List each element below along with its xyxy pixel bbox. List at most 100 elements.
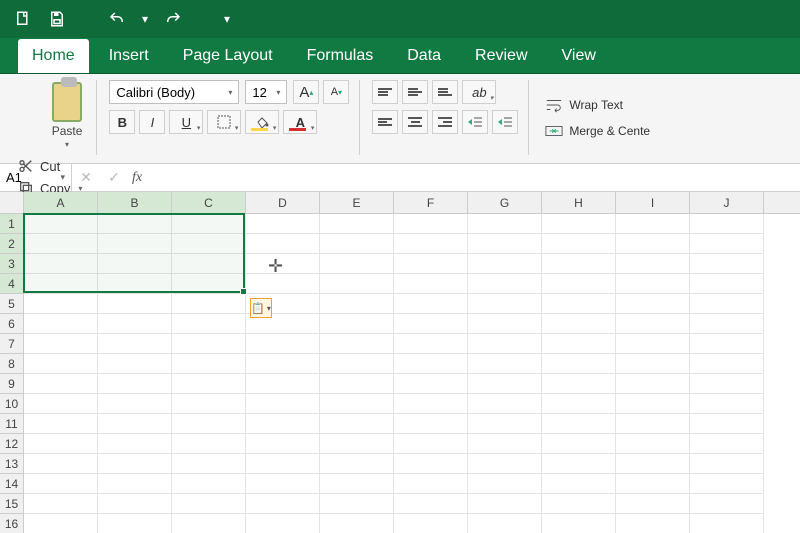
cell[interactable] xyxy=(320,234,394,254)
paste-button[interactable]: Paste ▾ xyxy=(48,80,87,151)
decrease-indent-button[interactable] xyxy=(462,110,488,134)
cell[interactable] xyxy=(542,354,616,374)
cell[interactable] xyxy=(24,234,98,254)
row-header[interactable]: 8 xyxy=(0,354,23,374)
cell[interactable] xyxy=(690,254,764,274)
cell[interactable] xyxy=(690,314,764,334)
cell[interactable] xyxy=(320,434,394,454)
align-center-button[interactable] xyxy=(402,110,428,134)
cell[interactable] xyxy=(542,494,616,514)
fx-icon[interactable]: fx xyxy=(132,170,142,186)
cell[interactable] xyxy=(24,494,98,514)
cell[interactable] xyxy=(98,394,172,414)
select-all-corner[interactable] xyxy=(0,192,24,214)
row-header[interactable]: 16 xyxy=(0,514,23,533)
cell[interactable] xyxy=(98,374,172,394)
cell[interactable] xyxy=(98,514,172,533)
new-file-icon[interactable] xyxy=(14,10,32,28)
cell[interactable] xyxy=(246,354,320,374)
cell[interactable] xyxy=(246,394,320,414)
cell[interactable] xyxy=(616,294,690,314)
cell[interactable] xyxy=(616,474,690,494)
cell[interactable] xyxy=(616,334,690,354)
cell[interactable] xyxy=(616,374,690,394)
cell[interactable] xyxy=(24,314,98,334)
cell[interactable] xyxy=(616,254,690,274)
redo-icon[interactable] xyxy=(164,10,182,28)
cell[interactable] xyxy=(468,434,542,454)
tab-page-layout[interactable]: Page Layout xyxy=(169,39,287,73)
column-header[interactable]: E xyxy=(320,192,394,213)
formula-input[interactable] xyxy=(142,164,800,191)
cell[interactable] xyxy=(542,454,616,474)
cell[interactable] xyxy=(24,334,98,354)
cell[interactable] xyxy=(394,394,468,414)
cell[interactable] xyxy=(468,294,542,314)
merge-center-button[interactable]: Merge & Cente xyxy=(541,121,654,141)
cell[interactable] xyxy=(542,474,616,494)
customize-qat-icon[interactable]: ▾ xyxy=(224,12,230,26)
cell[interactable] xyxy=(690,494,764,514)
cell[interactable] xyxy=(690,434,764,454)
cell[interactable] xyxy=(98,434,172,454)
cell[interactable] xyxy=(690,274,764,294)
cancel-formula-button[interactable]: ✕ xyxy=(72,164,100,191)
cell[interactable] xyxy=(542,394,616,414)
cell[interactable] xyxy=(690,334,764,354)
cell[interactable] xyxy=(172,254,246,274)
cell[interactable] xyxy=(394,334,468,354)
cell[interactable] xyxy=(320,294,394,314)
cell[interactable] xyxy=(246,274,320,294)
cell[interactable] xyxy=(246,234,320,254)
cell[interactable] xyxy=(394,454,468,474)
cell[interactable] xyxy=(394,214,468,234)
cell[interactable] xyxy=(616,454,690,474)
cell[interactable] xyxy=(172,374,246,394)
cell[interactable] xyxy=(542,274,616,294)
row-header[interactable]: 6 xyxy=(0,314,23,334)
cell[interactable] xyxy=(24,214,98,234)
cell[interactable] xyxy=(394,474,468,494)
row-header[interactable]: 10 xyxy=(0,394,23,414)
cell[interactable] xyxy=(394,434,468,454)
cell[interactable] xyxy=(542,254,616,274)
tab-formulas[interactable]: Formulas xyxy=(293,39,388,73)
column-header[interactable]: A xyxy=(24,192,98,213)
row-header[interactable]: 4 xyxy=(0,274,23,294)
cell[interactable] xyxy=(616,234,690,254)
cell[interactable] xyxy=(468,254,542,274)
cell[interactable] xyxy=(690,454,764,474)
cell[interactable] xyxy=(320,334,394,354)
column-header[interactable]: C xyxy=(172,192,246,213)
cell[interactable] xyxy=(24,394,98,414)
column-header[interactable]: J xyxy=(690,192,764,213)
tab-home[interactable]: Home xyxy=(18,39,89,73)
name-box[interactable]: A1 ▾ xyxy=(0,164,72,191)
column-header[interactable]: F xyxy=(394,192,468,213)
cell[interactable] xyxy=(320,394,394,414)
cell[interactable] xyxy=(542,334,616,354)
bold-button[interactable]: B xyxy=(109,110,135,134)
cell[interactable] xyxy=(616,354,690,374)
cell[interactable] xyxy=(24,294,98,314)
cell[interactable] xyxy=(98,274,172,294)
cell[interactable] xyxy=(24,454,98,474)
undo-dropdown-icon[interactable]: ▾ xyxy=(142,12,148,26)
cells-area[interactable] xyxy=(24,214,800,533)
cell[interactable] xyxy=(394,374,468,394)
row-header[interactable]: 5 xyxy=(0,294,23,314)
cell[interactable] xyxy=(616,214,690,234)
cell[interactable] xyxy=(468,234,542,254)
cell[interactable] xyxy=(320,214,394,234)
font-name-select[interactable]: Calibri (Body) ▾ xyxy=(109,80,239,104)
align-right-button[interactable] xyxy=(432,110,458,134)
cell[interactable] xyxy=(468,354,542,374)
tab-view[interactable]: View xyxy=(548,39,610,73)
row-header[interactable]: 9 xyxy=(0,374,23,394)
column-header[interactable]: B xyxy=(98,192,172,213)
cell[interactable] xyxy=(320,314,394,334)
cell[interactable] xyxy=(468,314,542,334)
row-header[interactable]: 1 xyxy=(0,214,23,234)
row-header[interactable]: 12 xyxy=(0,434,23,454)
row-header[interactable]: 3 xyxy=(0,254,23,274)
